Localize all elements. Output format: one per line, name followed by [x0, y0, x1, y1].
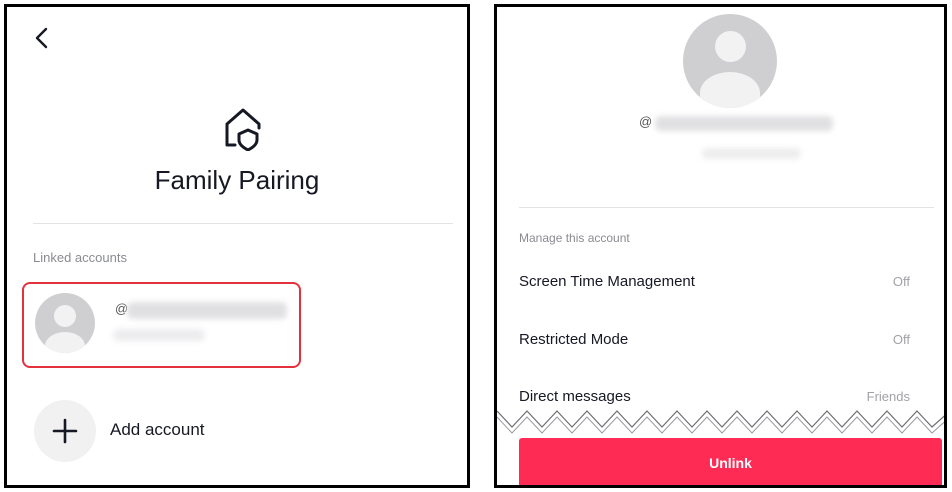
chevron-left-icon	[35, 27, 48, 49]
default-avatar-icon	[683, 14, 777, 108]
subline-redacted	[702, 148, 801, 159]
username-redacted	[127, 302, 287, 319]
family-pairing-screen: Family Pairing Linked accounts @ Add acc…	[4, 4, 470, 488]
setting-screen-time-management[interactable]: Screen Time Management Off	[519, 269, 910, 299]
add-account-label: Add account	[110, 420, 205, 439]
linked-account-item[interactable]: @	[22, 282, 301, 368]
default-avatar-icon	[35, 293, 95, 353]
divider	[33, 223, 453, 224]
setting-value: Off	[892, 332, 910, 347]
home-shield-icon	[225, 108, 261, 151]
torn-edge-divider	[497, 410, 944, 439]
back-button[interactable]	[29, 23, 55, 53]
subline-redacted	[113, 329, 205, 341]
username-redacted	[655, 116, 833, 131]
username-at-symbol: @	[639, 114, 653, 129]
unlink-button[interactable]: Unlink	[519, 438, 942, 485]
divider	[519, 207, 934, 208]
section-label-linked-accounts: Linked accounts	[33, 250, 127, 265]
add-account-button[interactable]: Add account	[34, 400, 334, 464]
linked-account-details-screen: @ Manage this account Screen Time Manage…	[494, 4, 947, 488]
plus-icon	[52, 418, 78, 444]
setting-label: Restricted Mode	[519, 331, 629, 348]
add-account-icon-circle	[34, 400, 96, 462]
setting-value: Off	[892, 274, 910, 289]
setting-restricted-mode[interactable]: Restricted Mode Off	[519, 327, 910, 357]
setting-label: Screen Time Management	[519, 273, 695, 290]
page-title: Family Pairing	[154, 165, 320, 195]
section-label-manage-account: Manage this account	[519, 231, 630, 245]
